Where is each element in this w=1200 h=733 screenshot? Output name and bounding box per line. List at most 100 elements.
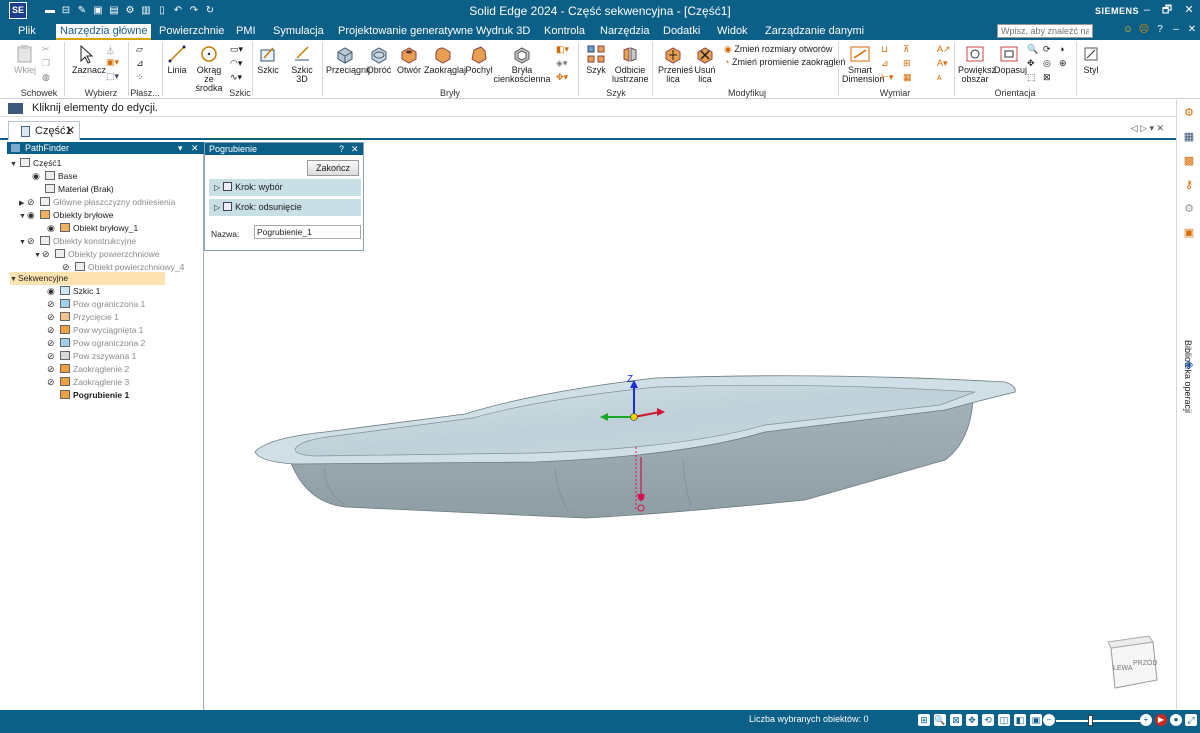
pathfinder-menu-icon[interactable]: ▾ <box>178 142 183 154</box>
tab-data-management[interactable]: Zarządzanie danymi <box>761 24 868 40</box>
pathfinder-close-icon[interactable]: ✕ <box>191 142 199 154</box>
spin-icon[interactable]: ◎ <box>1043 58 1051 69</box>
filter-icon[interactable]: ⏃ <box>106 44 115 57</box>
select-button[interactable]: Zaznacz <box>72 44 106 75</box>
fit-icon[interactable]: ⊠ <box>950 714 962 726</box>
paste-button[interactable]: Wklej <box>12 44 38 75</box>
close-tab-icon[interactable]: ✕ <box>66 122 75 140</box>
feature-library-label[interactable]: Biblioteka operacji <box>1183 340 1193 413</box>
tree-row-thicken-1[interactable]: Pogrubienie 1 <box>58 389 129 402</box>
tree-row-bounded-2[interactable]: ⊘ Pow ograniczona 2 <box>47 337 145 350</box>
tree-row-base[interactable]: ◉ Base <box>32 170 77 183</box>
smiley-icon[interactable]: ☺ <box>1122 24 1134 36</box>
hidden-eye-icon[interactable]: ⊘ <box>27 235 38 248</box>
hidden-eye-icon[interactable]: ⊘ <box>47 376 58 389</box>
tree-row-sketch-1[interactable]: ◉ Szkic 1 <box>47 285 100 298</box>
angle-icon[interactable]: ⊿ <box>881 58 889 69</box>
help-icon[interactable]: ? <box>339 143 344 155</box>
expand-icon[interactable]: ⤢ <box>1185 714 1197 726</box>
tree-row-bounded-1[interactable]: ⊘ Pow ograniczona 1 <box>47 298 145 311</box>
distance-icon[interactable]: ⊔ <box>881 44 888 55</box>
annotation-icon[interactable]: A↗ <box>937 44 951 55</box>
close-doc-icon[interactable]: ✕ <box>1186 24 1198 36</box>
copy-icon[interactable]: ❐ <box>42 58 50 69</box>
eye-icon[interactable]: ◉ <box>47 222 58 235</box>
tree-row-stitched-1[interactable]: ⊘ Pow zszywana 1 <box>47 350 136 363</box>
mirror-button[interactable]: Odbicie lustrzane <box>612 44 649 84</box>
target-icon[interactable]: ⊕ <box>1059 58 1067 69</box>
pan-icon[interactable]: ✥ <box>1027 58 1035 69</box>
rotate-icon[interactable]: ⟲ <box>982 714 994 726</box>
zoom-slider[interactable] <box>1056 720 1140 722</box>
tab-file[interactable]: Plik <box>14 24 40 40</box>
tab-surfaces[interactable]: Powierzchnie <box>155 24 228 40</box>
view-orient-icon[interactable]: ◫ <box>998 714 1010 726</box>
pan-icon[interactable]: ✥ <box>966 714 978 726</box>
round-button[interactable]: Zaokrąglaj <box>424 44 466 75</box>
sync-icon[interactable]: ◈ <box>1182 358 1196 372</box>
pattern-button[interactable]: Szyk <box>584 44 608 75</box>
tree-row-construction[interactable]: ▼⊘ Obiekty konstrukcyjne <box>19 235 136 248</box>
hole-button[interactable]: Otwór <box>396 44 422 75</box>
hidden-eye-icon[interactable]: ⊘ <box>47 350 58 363</box>
finish-button[interactable]: Zakończ <box>307 160 359 176</box>
step-offset[interactable]: ▷ Krok: odsunięcie <box>209 199 361 216</box>
tab-nav-arrows[interactable]: ◁ ▷ ▾ ✕ <box>1131 123 1164 134</box>
symmetric-icon[interactable]: ⊼ <box>903 44 910 55</box>
hidden-eye-icon[interactable]: ⊘ <box>47 337 58 350</box>
tab-tools[interactable]: Narzędzia <box>596 24 654 40</box>
resize-rounds-button[interactable]: ◔ Zmień promienie zaokrągleń <box>724 57 846 67</box>
shading-icon[interactable]: ◧ <box>1014 714 1026 726</box>
chain-icon[interactable]: ⊞ <box>903 58 911 69</box>
text-icon[interactable]: A▾ <box>937 58 948 69</box>
tools-icon[interactable]: ⚙ <box>1182 202 1196 216</box>
key-icon[interactable]: ⚷ <box>1182 178 1196 192</box>
zoom-icon[interactable]: 🔍 <box>934 714 946 726</box>
tree-row-surface-bodies[interactable]: ▼⊘ Obiekty powierzchniowe <box>34 248 160 261</box>
tree-row-round-2[interactable]: ⊘ Zaokrąglenie 2 <box>47 363 129 376</box>
move-faces-button[interactable]: Przenieś lica <box>658 44 693 84</box>
font-icon[interactable]: ᴀ <box>937 72 941 82</box>
delete-faces-button[interactable]: Usuń lica <box>692 44 718 84</box>
frown-icon[interactable]: ☹ <box>1138 24 1150 36</box>
cut-icon[interactable]: ✂ <box>42 44 50 55</box>
coordinate-icon[interactable]: ⁘ <box>136 72 144 83</box>
tree-row-sequential[interactable]: ▼Sekwencyjne <box>10 272 165 285</box>
minimize-button[interactable]: – <box>1140 3 1154 17</box>
tree-row-round-3[interactable]: ⊘ Zaokrąglenie 3 <box>47 376 129 389</box>
rectangle-icon[interactable]: ▭▾ <box>230 44 243 55</box>
stop-icon[interactable]: ● <box>1170 714 1182 726</box>
minimize-ribbon-icon[interactable]: – <box>1170 24 1182 36</box>
tab-view[interactable]: Widok <box>713 24 752 40</box>
tree-row-material[interactable]: Materiał (Brak) <box>32 183 114 196</box>
web-icon[interactable]: ◈▾ <box>556 58 567 69</box>
thin-wall-button[interactable]: Bryła cienkościenna <box>492 44 552 84</box>
draft-button[interactable]: Pochyl <box>464 44 494 75</box>
grid-dim-icon[interactable]: ▦ <box>903 72 912 83</box>
restore-button[interactable]: 🗗 <box>1160 3 1174 17</box>
tree-row-design-bodies[interactable]: ▼◉ Obiekty bryłowe <box>19 209 113 222</box>
tab-pmi[interactable]: PMI <box>232 24 260 40</box>
lip-icon[interactable]: ✥▾ <box>556 72 568 83</box>
tab-3d-print[interactable]: Wydruk 3D <box>472 24 534 40</box>
coordinate-dim-icon[interactable]: ⊢▾ <box>881 72 893 83</box>
named-view-icon[interactable]: ⊠ <box>1043 72 1051 83</box>
plane-icon[interactable]: ▱ <box>136 44 143 55</box>
hidden-eye-icon[interactable]: ⊘ <box>47 324 58 337</box>
zoom-in-icon[interactable]: + <box>1140 714 1152 726</box>
eye-icon[interactable]: ◉ <box>32 170 43 183</box>
style-button[interactable]: Styl <box>1080 44 1102 75</box>
select-area-icon[interactable]: ⬚▾ <box>106 71 119 82</box>
circle-center-button[interactable]: Okrąg ze środka <box>192 44 226 93</box>
select-box-icon[interactable]: ▣▾ <box>106 57 119 68</box>
sketch-button[interactable]: Szkic <box>256 44 280 75</box>
thicken-close-icon[interactable]: ✕ <box>351 143 359 155</box>
zoom-out-icon[interactable]: – <box>1043 714 1055 726</box>
extrude-button[interactable]: Przeciągnij <box>326 44 370 75</box>
resize-holes-button[interactable]: ◉ Zmień rozmiary otworów <box>724 44 832 55</box>
format-painter-icon[interactable]: ◍ <box>42 72 50 83</box>
tab-generative[interactable]: Projektowanie generatywne <box>334 24 477 40</box>
hidden-eye-icon[interactable]: ⊘ <box>47 311 58 324</box>
arc-icon[interactable]: ◠▾ <box>230 58 242 69</box>
hidden-eye-icon[interactable]: ⊘ <box>47 363 58 376</box>
